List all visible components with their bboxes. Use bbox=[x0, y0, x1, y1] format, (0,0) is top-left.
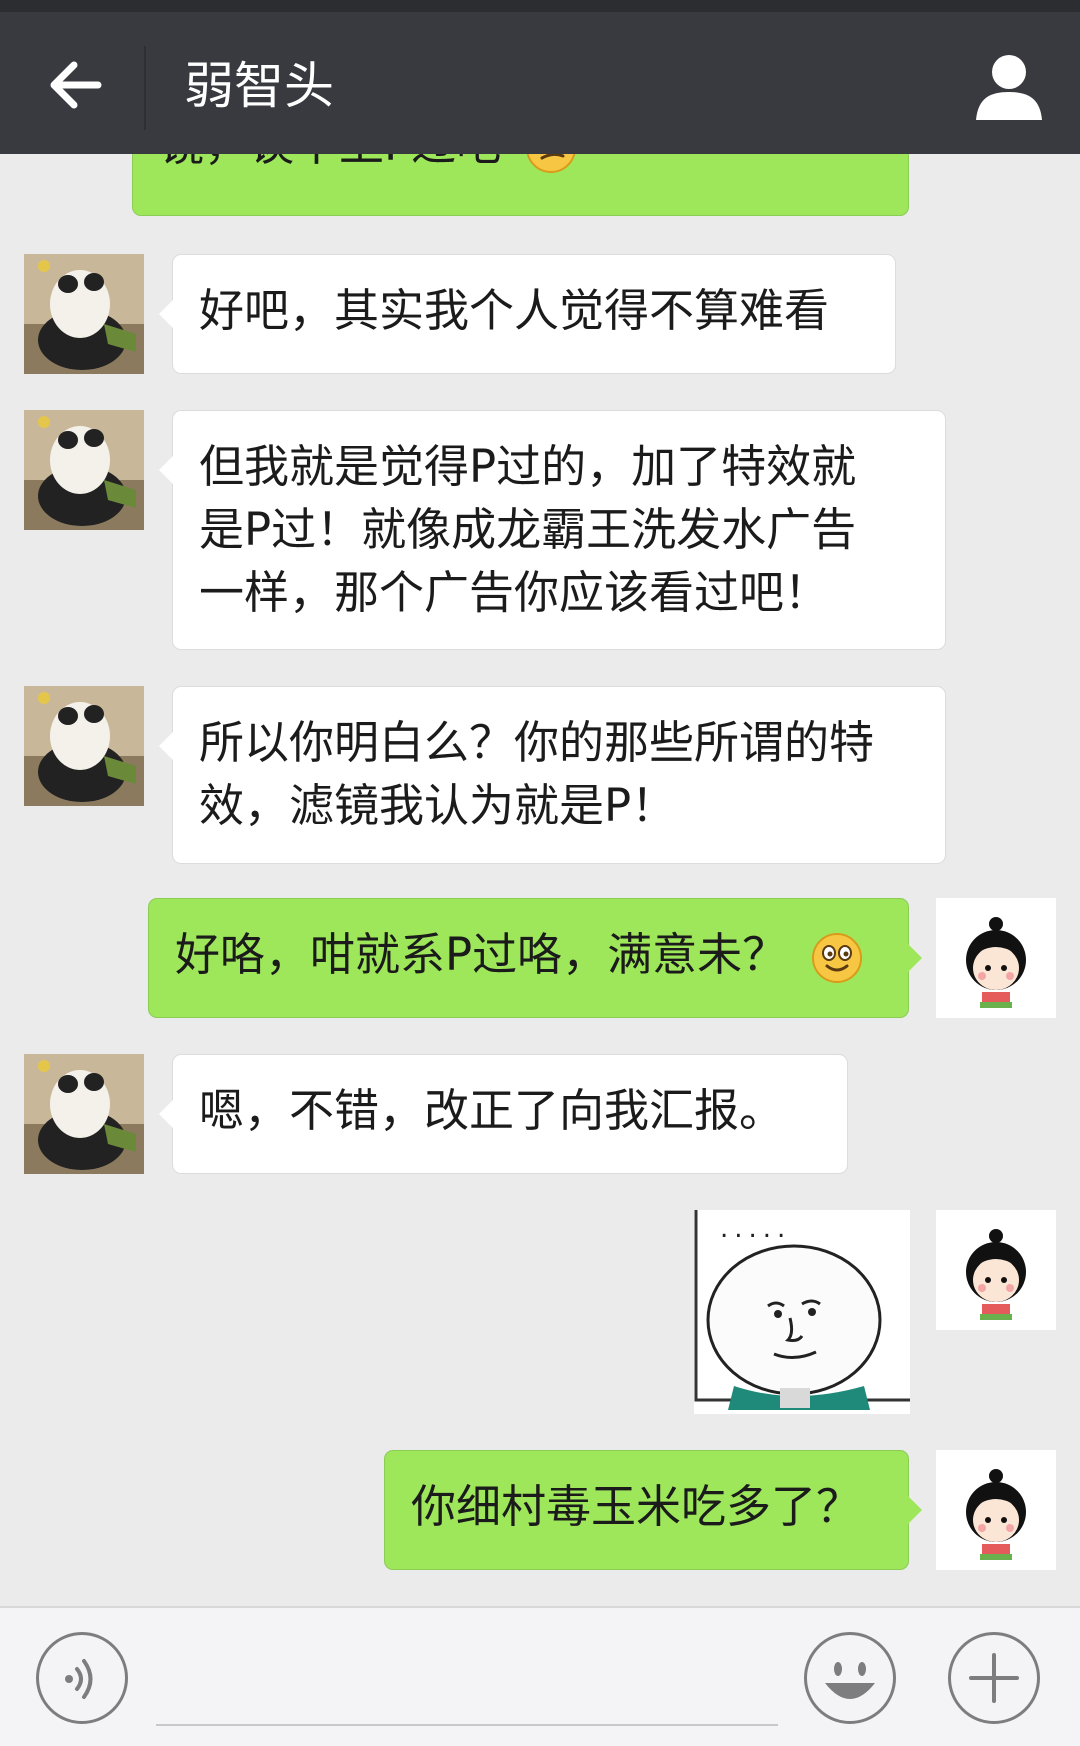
message-line: 是P过！就像成龙霸王洗发水广告 bbox=[199, 503, 857, 556]
voice-input-button[interactable] bbox=[36, 1632, 128, 1724]
smirk-emoji bbox=[527, 154, 576, 173]
input-bar bbox=[0, 1606, 1080, 1746]
panda-avatar[interactable] bbox=[24, 254, 144, 374]
message-text: 你细村毒玉米吃多了？ bbox=[411, 1480, 862, 1533]
message-bubble-sent[interactable]: 好咯，咁就系P过咯，满意未？ bbox=[148, 898, 922, 1018]
more-functions-button[interactable] bbox=[948, 1632, 1040, 1724]
panda-avatar[interactable] bbox=[24, 1054, 144, 1174]
message-text: 好吧，其实我个人觉得不算难看 bbox=[199, 284, 830, 337]
emoji-icon bbox=[825, 1662, 875, 1699]
message-input[interactable] bbox=[156, 1724, 778, 1726]
status-bar-strip bbox=[0, 0, 1080, 12]
message-bubble-received[interactable]: 嗯，不错，改正了向我汇报。 bbox=[159, 1054, 848, 1174]
message-bubble-sent[interactable]: 镜，谈不上P过吧 bbox=[132, 154, 909, 216]
message-text: 镜，谈不上P过吧 bbox=[159, 154, 501, 171]
emoji-button[interactable] bbox=[804, 1632, 896, 1724]
arrow-left-icon bbox=[50, 61, 102, 109]
girl-avatar[interactable] bbox=[936, 1210, 1056, 1330]
message-line: 一样，那个广告你应该看过吧！ bbox=[199, 566, 830, 619]
smile-emoji bbox=[812, 933, 863, 983]
chat-title: 弱智头 bbox=[184, 57, 334, 115]
panda-avatar[interactable] bbox=[24, 686, 144, 806]
message-bubble-received[interactable]: 好吧，其实我个人觉得不算难看 bbox=[159, 254, 896, 374]
message-bubble-received[interactable]: 但我就是觉得P过的，加了特效就 是P过！就像成龙霸王洗发水广告 一样，那个广告你… bbox=[159, 410, 946, 650]
message-text: 嗯，不错，改正了向我汇报。 bbox=[199, 1084, 785, 1137]
girl-avatar[interactable] bbox=[936, 1450, 1056, 1570]
message-bubble-sent[interactable]: 你细村毒玉米吃多了？ bbox=[384, 1450, 922, 1570]
person-icon bbox=[976, 55, 1042, 120]
meme-face-sticker[interactable]: ..... bbox=[694, 1210, 910, 1414]
chat-header: 弱智头 bbox=[0, 12, 1080, 154]
message-line: 所以你明白么？你的那些所谓的特 bbox=[199, 716, 875, 769]
voice-icon bbox=[65, 1659, 93, 1699]
message-line: 效，滤镜我认为就是P！ bbox=[199, 779, 677, 832]
message-text: 好咯，咁就系P过咯，满意未？ bbox=[175, 928, 788, 981]
chat-info-button[interactable] bbox=[970, 48, 1048, 126]
panda-avatar[interactable] bbox=[24, 410, 144, 530]
back-button[interactable] bbox=[38, 48, 112, 122]
message-bubble-received[interactable]: 所以你明白么？你的那些所谓的特 效，滤镜我认为就是P！ bbox=[159, 686, 946, 864]
chat-area[interactable]: 镜，谈不上P过吧 好吧，其实我个人觉得不算难看 bbox=[0, 154, 1080, 1604]
header-divider bbox=[144, 46, 146, 130]
girl-avatar[interactable] bbox=[936, 898, 1056, 1018]
sticker-text: ..... bbox=[720, 1214, 792, 1244]
plus-icon bbox=[969, 1653, 1019, 1703]
message-line: 但我就是觉得P过的，加了特效就 bbox=[199, 440, 857, 493]
